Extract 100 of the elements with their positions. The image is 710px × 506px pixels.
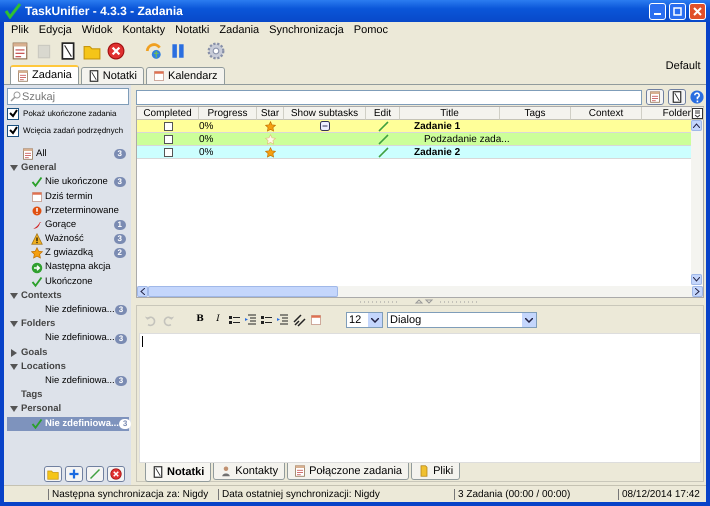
tab[interactable]: Notatki: [145, 463, 212, 482]
tree-group[interactable]: Locations: [7, 360, 129, 374]
tab[interactable]: Notatki: [80, 67, 144, 84]
font-size-select[interactable]: 12: [346, 312, 383, 328]
tree-group[interactable]: Folders: [7, 317, 129, 332]
toolbar-button[interactable]: [106, 41, 126, 61]
status-text: Następna synchronizacja za: Nigdy: [48, 488, 208, 500]
column-header[interactable]: Progress: [199, 107, 257, 120]
checkbox[interactable]: [164, 134, 172, 144]
menu-item[interactable]: Plik: [6, 22, 34, 38]
column-header[interactable]: Context: [571, 107, 642, 120]
maximize-button[interactable]: [669, 2, 686, 20]
italic-button[interactable]: I: [211, 313, 225, 327]
checkbox[interactable]: [164, 148, 172, 156]
minimize-button[interactable]: [649, 2, 666, 20]
indent-icon[interactable]: [245, 314, 257, 326]
table-row[interactable]: 0% Podzadanie zada...: [137, 133, 691, 146]
search-field[interactable]: Szukaj: [7, 88, 129, 105]
tab[interactable]: Kontakty: [213, 463, 286, 480]
folder-button[interactable]: [44, 466, 62, 482]
menu-item[interactable]: Notatki: [170, 22, 214, 38]
tree-item[interactable]: Ważność 3: [7, 232, 129, 246]
tree-item[interactable]: All 3: [7, 147, 129, 162]
table-row[interactable]: 0% Zadanie 1: [137, 120, 691, 133]
column-header[interactable]: Folder: [642, 107, 692, 120]
scroll-up-button[interactable]: [691, 120, 702, 131]
checkbox[interactable]: [164, 122, 172, 130]
tree-item[interactable]: Nie zdefiniowa... 3: [7, 374, 129, 388]
table-row[interactable]: 0% Zadanie 2: [137, 146, 691, 159]
bold-button[interactable]: B: [193, 313, 207, 327]
status-text: 08/12/2014 17:42: [618, 488, 700, 500]
checkbox[interactable]: [7, 124, 19, 136]
collapse-icon[interactable]: [320, 121, 330, 131]
task-view-button[interactable]: [646, 89, 664, 105]
close-button[interactable]: [689, 2, 706, 20]
pencil-icon[interactable]: [378, 134, 388, 144]
delete-button[interactable]: [107, 466, 125, 482]
menu-item[interactable]: Synchronizacja: [264, 22, 349, 38]
tree-item[interactable]: Nie ukończone 3: [7, 175, 129, 190]
tree-group[interactable]: Tags: [7, 388, 129, 402]
tree-item[interactable]: Następna akcja: [7, 260, 129, 275]
tree-group[interactable]: Contexts: [7, 288, 129, 304]
numbered-list-icon[interactable]: [261, 314, 273, 326]
scroll-left-button[interactable]: [137, 286, 148, 297]
tree-item[interactable]: Gorące 1: [7, 218, 129, 232]
pencil-icon[interactable]: [378, 120, 388, 132]
column-header[interactable]: Edit: [366, 107, 400, 120]
column-chooser-icon[interactable]: [692, 108, 703, 118]
tree-group[interactable]: Goals: [7, 346, 129, 360]
column-header[interactable]: Show subtasks: [284, 107, 366, 120]
column-header[interactable]: Star: [257, 107, 284, 120]
pencil-icon[interactable]: [378, 146, 388, 158]
menu-item[interactable]: Widok: [76, 22, 118, 38]
redo-icon: [162, 314, 174, 326]
column-header[interactable]: Completed: [137, 107, 199, 120]
search-icon: [10, 91, 21, 102]
calendar-icon: [310, 314, 322, 326]
menu-item[interactable]: Kontakty: [117, 22, 170, 38]
edit-button[interactable]: [86, 466, 104, 482]
close-icon: [693, 6, 702, 16]
star-icon[interactable]: [265, 134, 276, 144]
tab[interactable]: Pliki: [411, 463, 460, 480]
scrollbar-thumb[interactable]: [148, 286, 338, 297]
column-header[interactable]: Tags: [500, 107, 571, 120]
tree-item[interactable]: Przeterminowane: [7, 204, 129, 218]
column-header[interactable]: Title: [400, 107, 500, 120]
tree-group[interactable]: General: [7, 161, 129, 176]
option-label: Pokaż ukończone zadania: [23, 108, 116, 120]
tree-item[interactable]: Ukończone: [7, 274, 129, 289]
task-icon: [17, 70, 29, 82]
sync-icon: [145, 42, 163, 60]
link-icon[interactable]: [293, 314, 306, 326]
checkbox[interactable]: [7, 108, 19, 120]
tree-item[interactable]: Nie zdefiniowa... 3: [7, 331, 129, 346]
star-icon: [31, 247, 43, 260]
tab[interactable]: Zadania: [10, 65, 79, 84]
task-icon: [649, 91, 661, 103]
splitter-handle[interactable]: [360, 299, 480, 304]
tree-item[interactable]: Nie zdefiniowa... 3: [7, 303, 129, 318]
tab[interactable]: Połączone zadania: [287, 463, 410, 480]
count-badge: 3: [114, 376, 128, 386]
bullet-list-icon[interactable]: [229, 314, 241, 326]
scroll-right-button[interactable]: [692, 286, 703, 297]
add-button[interactable]: [65, 466, 83, 482]
note-view-button[interactable]: [668, 89, 686, 105]
tree-item[interactable]: Dziś termin: [7, 190, 129, 204]
tree-group[interactable]: Personal: [7, 402, 129, 417]
tree-item[interactable]: Z gwiazdką 2: [7, 246, 129, 260]
outdent-icon[interactable]: [277, 314, 289, 326]
alert-icon: [31, 204, 43, 217]
menu-item[interactable]: Zadania: [214, 22, 264, 38]
font-select[interactable]: Dialog: [387, 312, 537, 328]
scroll-down-button[interactable]: [691, 274, 702, 285]
star-icon[interactable]: [265, 120, 276, 132]
task-search-field[interactable]: [136, 90, 642, 104]
menu-item[interactable]: Pomoc: [348, 22, 393, 38]
help-icon[interactable]: [690, 90, 704, 104]
menu-item[interactable]: Edycja: [34, 22, 77, 38]
tab[interactable]: Kalendarz: [146, 67, 225, 84]
star-icon[interactable]: [265, 146, 276, 158]
